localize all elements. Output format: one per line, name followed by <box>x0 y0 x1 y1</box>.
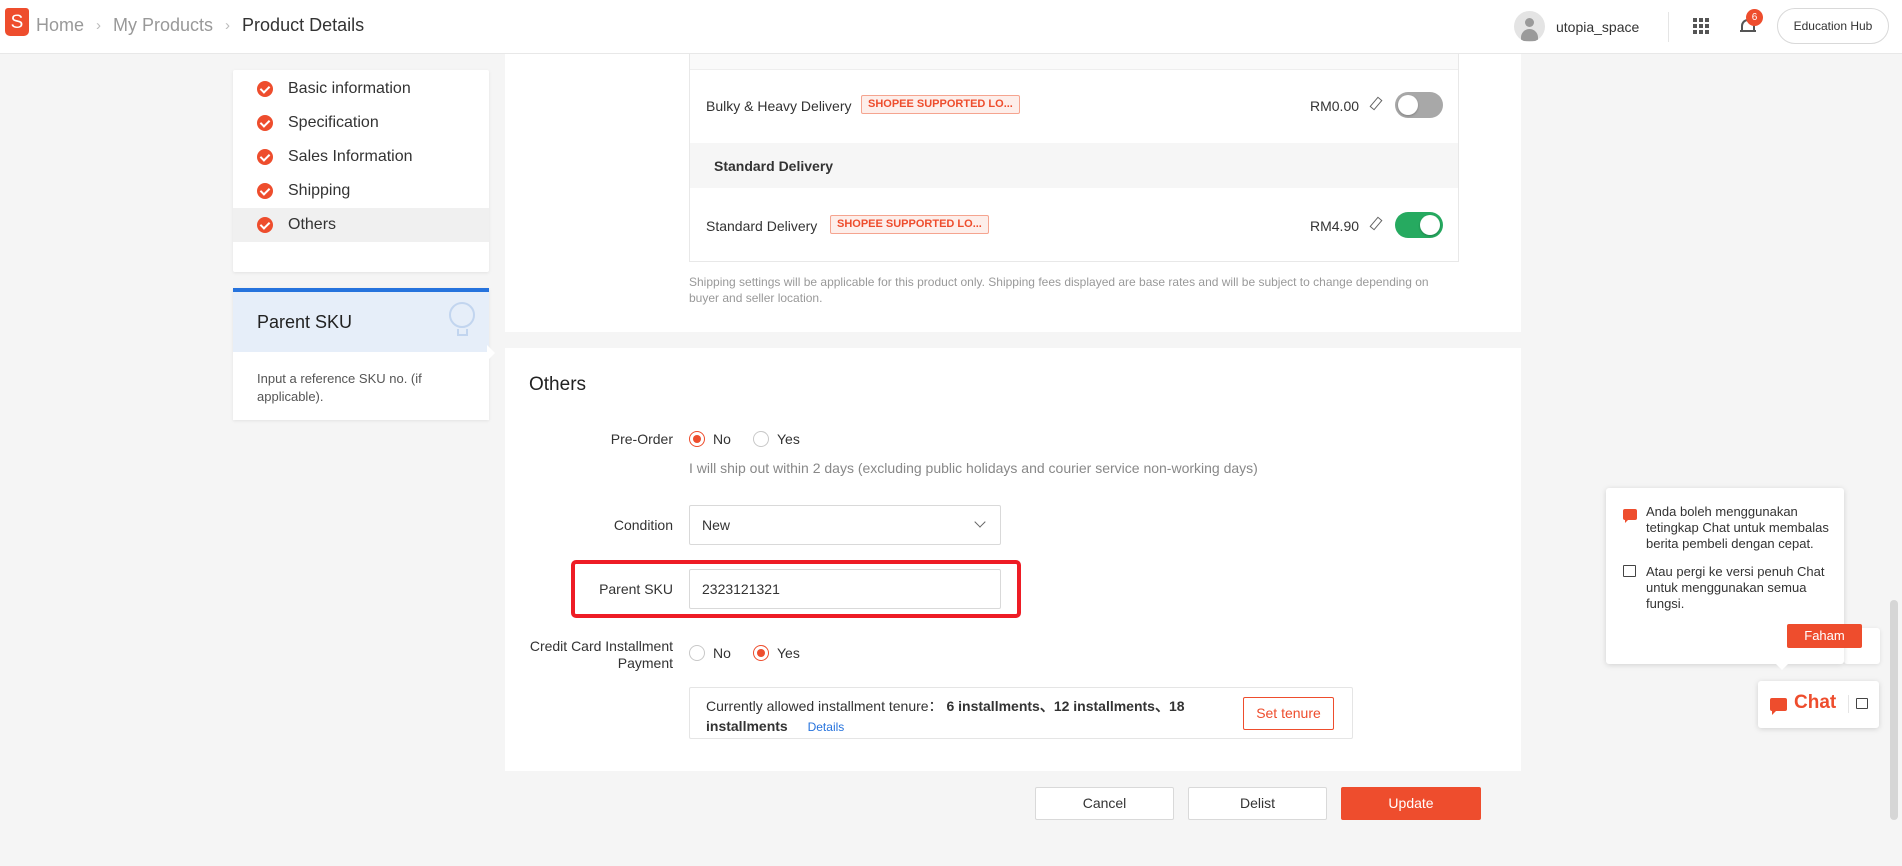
shopee-supported-tag: SHOPEE SUPPORTED LO... <box>861 95 1020 114</box>
preorder-no-label[interactable]: No <box>713 431 731 447</box>
shipping-toggle-standard[interactable] <box>1395 212 1443 238</box>
chevron-down-icon <box>974 516 986 528</box>
installment-label: Credit Card Installment Payment <box>505 638 673 672</box>
update-button[interactable]: Update <box>1341 787 1481 820</box>
chat-tip-line2: Atau pergi ke versi penuh Chat untuk men… <box>1646 564 1825 611</box>
installment-label-line2: Payment <box>617 655 673 671</box>
cancel-button[interactable]: Cancel <box>1035 787 1174 820</box>
shipping-price: RM0.00 <box>1310 98 1360 114</box>
breadcrumb-product-details: Product Details <box>242 15 365 35</box>
shipping-name: Bulky & Heavy Delivery <box>706 98 852 114</box>
shipping-name: Standard Delivery <box>706 218 818 234</box>
username: utopia_space <box>1556 18 1640 35</box>
shipping-group-label: Standard Delivery <box>714 158 834 174</box>
user-menu[interactable]: utopia_space <box>1514 11 1639 42</box>
shipping-box-header <box>690 54 1458 70</box>
nav-item-specification[interactable]: Specification <box>233 106 489 140</box>
parent-sku-label: Parent SKU <box>599 581 673 597</box>
nav-item-shipping[interactable]: Shipping <box>233 174 489 208</box>
window-icon <box>1623 565 1636 577</box>
apps-grid-icon[interactable] <box>1693 18 1709 34</box>
shipping-row-standard: Standard Delivery SHOPEE SUPPORTED LO...… <box>690 201 1458 251</box>
chat-launcher[interactable]: Chat <box>1758 681 1879 728</box>
education-hub-button[interactable]: Education Hub <box>1777 8 1889 44</box>
others-card: Others Pre-Order No Yes I will ship out … <box>505 348 1521 771</box>
nav-item-sales-information[interactable]: Sales Information <box>233 140 489 174</box>
preorder-hint: I will ship out within 2 days (excluding… <box>689 460 1258 476</box>
chat-tip-popover: Anda boleh menggunakan tetingkap Chat un… <box>1606 488 1862 670</box>
nav-item-label: Others <box>288 216 337 233</box>
nav-item-label: Basic information <box>288 80 411 97</box>
check-circle-icon <box>257 81 273 97</box>
set-tenure-button[interactable]: Set tenure <box>1243 697 1334 730</box>
chevron-right-icon: › <box>225 17 231 34</box>
nav-item-label: Shipping <box>288 182 351 199</box>
avatar <box>1514 11 1545 42</box>
preorder-no-radio[interactable] <box>689 431 705 447</box>
shopee-logo-icon[interactable]: S <box>5 8 29 36</box>
tenure-value-line2: installments <box>706 718 788 734</box>
tenure-value-line1: 6 installments、12 installments、18 <box>946 698 1185 714</box>
installment-no-label[interactable]: No <box>713 645 731 661</box>
shipping-options-box: Bulky & Heavy Delivery SHOPEE SUPPORTED … <box>689 54 1459 262</box>
installment-no-radio[interactable] <box>689 645 705 661</box>
installment-label-line1: Credit Card Installment <box>529 638 673 654</box>
tip-header: Parent SKU <box>233 288 489 352</box>
preorder-yes-label[interactable]: Yes <box>777 431 800 447</box>
installment-yes-label[interactable]: Yes <box>777 645 800 661</box>
tip-pointer <box>487 345 495 361</box>
edit-pencil-icon[interactable] <box>1368 216 1381 231</box>
chat-bubble-icon <box>1623 509 1637 523</box>
tenure-prefix: Currently allowed installment tenure： <box>706 698 943 714</box>
check-circle-icon <box>257 149 273 165</box>
shipping-group-header: Standard Delivery <box>690 143 1458 188</box>
breadcrumb-my-products[interactable]: My Products <box>113 15 213 36</box>
check-circle-icon <box>257 115 273 131</box>
condition-label: Condition <box>613 517 673 533</box>
edit-pencil-icon[interactable] <box>1368 96 1381 111</box>
header-divider <box>1668 12 1669 42</box>
faham-button[interactable]: Faham <box>1787 624 1862 648</box>
shipping-toggle-bulky[interactable] <box>1395 92 1443 118</box>
shipping-price: RM4.90 <box>1310 218 1360 234</box>
parent-sku-input[interactable] <box>689 569 1001 609</box>
breadcrumb-home[interactable]: Home <box>36 15 84 36</box>
parent-sku-tip-card: Parent SKU Input a reference SKU no. (if… <box>233 288 489 420</box>
top-header: S Home › My Products › Product Details u… <box>0 0 1902 54</box>
chat-label[interactable]: Chat <box>1794 692 1836 714</box>
breadcrumb: Home › My Products › Product Details <box>36 15 364 36</box>
nav-item-others[interactable]: Others <box>233 208 489 242</box>
notification-badge: 6 <box>1746 9 1763 26</box>
installment-tenure-box: Currently allowed installment tenure： 6 … <box>689 687 1353 739</box>
chat-tip-line1: Anda boleh menggunakan tetingkap Chat un… <box>1646 504 1829 551</box>
nav-item-label: Specification <box>288 114 379 131</box>
chat-bubble-icon <box>1770 698 1787 715</box>
preorder-label: Pre-Order <box>610 431 673 447</box>
chat-divider <box>1848 695 1849 713</box>
shopee-supported-tag: SHOPEE SUPPORTED LO... <box>830 215 989 234</box>
nav-item-label: Sales Information <box>288 148 413 165</box>
page-scrollbar[interactable] <box>1890 600 1898 820</box>
details-link[interactable]: Details <box>808 720 845 734</box>
installment-yes-radio[interactable] <box>753 645 769 661</box>
shipping-note: Shipping settings will be applicable for… <box>689 275 1429 305</box>
condition-select[interactable]: New <box>689 505 1001 545</box>
chevron-right-icon: › <box>96 17 102 34</box>
check-circle-icon <box>257 183 273 199</box>
preorder-yes-radio[interactable] <box>753 431 769 447</box>
expand-window-icon[interactable] <box>1856 698 1868 709</box>
section-nav: Basic information Specification Sales In… <box>233 70 489 272</box>
section-title: Others <box>529 374 587 395</box>
shipping-row-bulky: Bulky & Heavy Delivery SHOPEE SUPPORTED … <box>690 81 1458 131</box>
nav-item-basic-information[interactable]: Basic information <box>233 72 489 106</box>
delist-button[interactable]: Delist <box>1188 787 1327 820</box>
lightbulb-icon <box>447 302 477 336</box>
installment-tenure-text: Currently allowed installment tenure： 6 … <box>706 696 1196 737</box>
shipping-card: Bulky & Heavy Delivery SHOPEE SUPPORTED … <box>505 54 1521 332</box>
tip-text: Input a reference SKU no. (if applicable… <box>257 371 422 404</box>
tip-title: Parent SKU <box>257 312 353 332</box>
condition-value: New <box>702 517 731 533</box>
check-circle-icon <box>257 217 273 233</box>
